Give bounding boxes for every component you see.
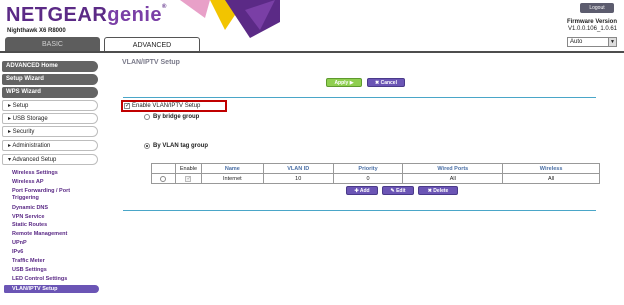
bridge-group-label: By bridge group [153, 114, 200, 120]
table-cell-priority: 0 [332, 173, 404, 184]
chevron-down-icon: ▼ [608, 38, 616, 46]
vlan-table: Enable Name VLAN ID Priority Wired Ports… [151, 163, 600, 184]
divider-top [123, 97, 596, 98]
sidebar: ADVANCED Home Setup Wizard WPS Wizard ▸ … [0, 59, 100, 305]
sidebar-item-setup[interactable]: ▸ Setup [2, 100, 98, 111]
firmware-version-value: V1.0.0.106_1.0.61 [567, 26, 617, 32]
sidebar-item-usb-storage[interactable]: ▸ USB Storage [2, 113, 98, 124]
sidebar-subitem-static-routes[interactable]: Static Routes [12, 222, 98, 229]
table-cell-wireless: All [502, 173, 600, 184]
column-header-select [151, 163, 176, 174]
vlan-tag-group-label: By VLAN tag group [153, 143, 208, 149]
sidebar-subitem-port-forwarding[interactable]: Port Forwarding / Port [12, 188, 98, 195]
sidebar-subitem-traffic-meter[interactable]: Traffic Meter [12, 258, 98, 265]
column-header-wireless: Wireless [502, 163, 600, 174]
table-cell-wired-ports: All [402, 173, 504, 184]
vlan-tag-group-radio[interactable] [144, 143, 150, 149]
sidebar-subitem-wireless-ap[interactable]: Wireless AP [12, 179, 98, 186]
add-button[interactable]: ✚ Add [346, 186, 378, 195]
table-cell-enable [174, 173, 202, 184]
bridge-group-radio[interactable] [144, 114, 150, 120]
sidebar-subitem-vpn-service[interactable]: VPN Service [12, 214, 98, 221]
logo-netgear-text: NETGEAR [6, 4, 108, 26]
sidebar-item-advanced-setup[interactable]: ▾ Advanced Setup [2, 154, 98, 165]
netgear-genie-logo: NETGEARgenie® [6, 4, 167, 27]
firmware-version-label: Firmware Version [566, 19, 617, 25]
sidebar-subitem-port-forwarding-cont[interactable]: Triggering [12, 195, 98, 202]
sidebar-subitem-led-control[interactable]: LED Control Settings [12, 276, 98, 283]
column-header-wired-ports: Wired Ports [402, 163, 504, 174]
sidebar-subitem-dynamic-dns[interactable]: Dynamic DNS [12, 205, 98, 212]
divider-bottom [123, 210, 596, 211]
table-cell-vlan-id: 10 [262, 173, 334, 184]
table-row: Internet 10 0 All All [151, 173, 600, 184]
enable-vlan-label: Enable VLAN/IPTV Setup [132, 103, 201, 109]
tab-divider [0, 51, 624, 53]
delete-button[interactable]: ✖ Delete [418, 186, 458, 195]
sidebar-subitem-vlan-iptv[interactable]: VLAN/IPTV Setup [4, 285, 99, 293]
tab-advanced[interactable]: ADVANCED [104, 37, 200, 52]
table-header-row: Enable Name VLAN ID Priority Wired Ports… [151, 163, 600, 174]
sidebar-subitem-upnp[interactable]: UPnP [12, 240, 98, 247]
sidebar-subitem-wireless-settings[interactable]: Wireless Settings [12, 170, 98, 177]
router-model: Nighthawk X6 R8000 [7, 28, 66, 34]
main-content: VLAN/IPTV Setup Apply ▶ ✖ Cancel Enable … [118, 57, 600, 305]
row-select-radio[interactable] [160, 175, 167, 182]
cancel-button[interactable]: ✖ Cancel [367, 78, 405, 87]
sidebar-subitem-ipv6[interactable]: IPv6 [12, 249, 98, 256]
language-select-value: Auto [570, 39, 583, 45]
column-header-priority: Priority [332, 163, 404, 174]
header-decoration-icon [180, 0, 280, 38]
sidebar-item-wps-wizard[interactable]: WPS Wizard [2, 87, 98, 98]
sidebar-item-advanced-home[interactable]: ADVANCED Home [2, 61, 98, 72]
column-header-enable: Enable [174, 163, 202, 174]
page-title: VLAN/IPTV Setup [122, 59, 180, 66]
edit-button[interactable]: ✎ Edit [382, 186, 414, 195]
language-select[interactable]: Auto ▼ [567, 37, 617, 47]
row-enable-checkbox [185, 175, 191, 182]
enable-vlan-checkbox[interactable] [124, 102, 130, 109]
column-header-name: Name [200, 163, 264, 174]
sidebar-item-setup-wizard[interactable]: Setup Wizard [2, 74, 98, 85]
column-header-vlan-id: VLAN ID [262, 163, 334, 174]
apply-button[interactable]: Apply ▶ [326, 78, 362, 87]
logout-button[interactable]: Logout [580, 3, 614, 13]
table-cell-name: Internet [200, 173, 264, 184]
tab-basic[interactable]: BASIC [5, 37, 100, 52]
sidebar-item-security[interactable]: ▸ Security [2, 126, 98, 137]
sidebar-subitem-usb-settings[interactable]: USB Settings [12, 267, 98, 274]
sidebar-subitem-remote-management[interactable]: Remote Management [12, 231, 98, 238]
table-cell-select[interactable] [151, 173, 176, 184]
sidebar-item-administration[interactable]: ▸ Administration [2, 140, 98, 151]
